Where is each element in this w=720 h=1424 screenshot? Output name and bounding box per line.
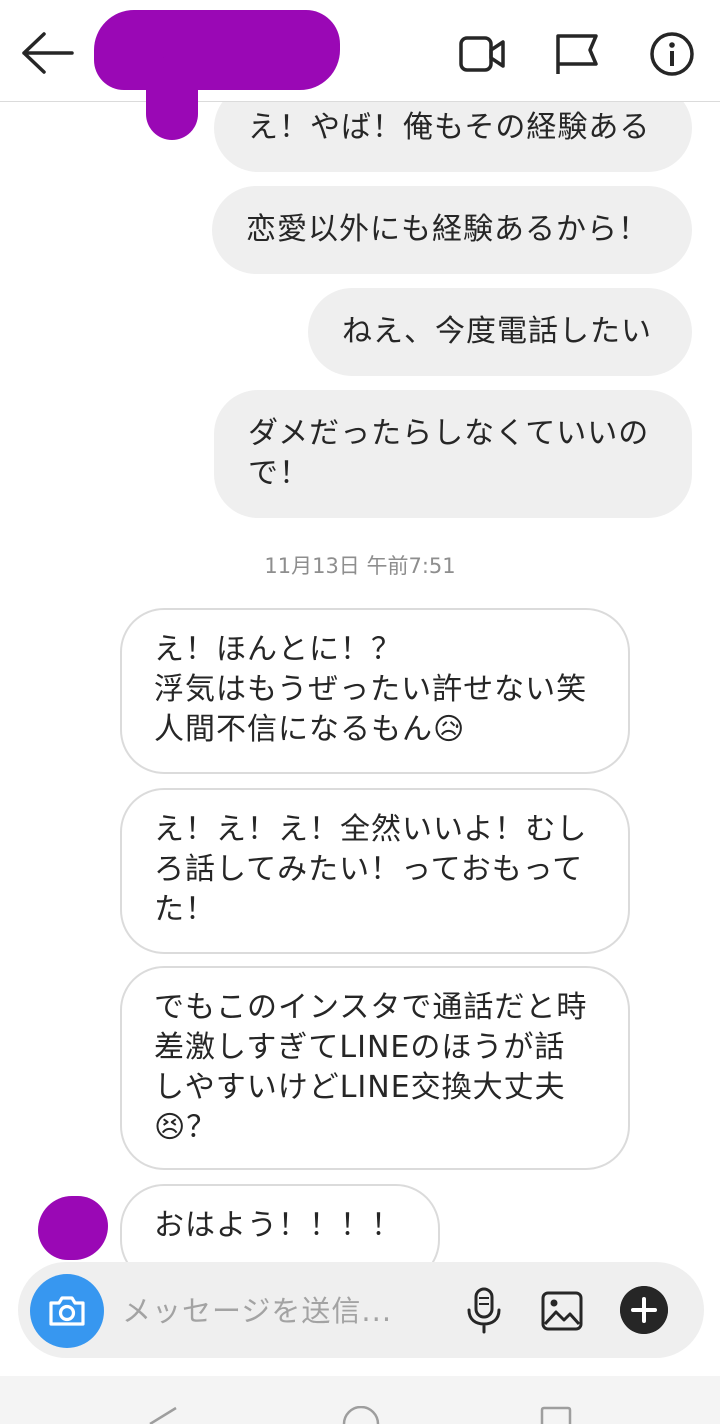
nav-home-icon[interactable] [342,1406,380,1424]
message-bubble-incoming[interactable]: おはよう！！！！ [120,1184,440,1262]
system-navigation-bar [0,1376,720,1424]
arrow-left-icon[interactable] [20,30,76,76]
nav-recents-icon[interactable] [540,1406,572,1424]
camera-button[interactable] [30,1274,104,1348]
message-text: え！ほんとに！？ 浮気はもうぜったい許せない笑 人間不信になるもん😥 [154,632,588,747]
message-timestamp: 11月13日 午前7:51 [264,554,456,578]
message-bubble-incoming[interactable]: え！え！え！全然いいよ！むし ろ話してみたい！っておもって た！ [120,788,630,954]
message-composer: メッセージを送信... [18,1262,704,1358]
chat-header [0,0,720,140]
info-icon[interactable] [648,30,696,78]
message-bubble-outgoing[interactable]: ダメだったらしなくていいの で！ [214,390,692,518]
sender-avatar-redacted [38,1196,108,1260]
message-text: ダメだったらしなくていいの で！ [248,416,650,491]
message-bubble-incoming[interactable]: え！ほんとに！？ 浮気はもうぜったい許せない笑 人間不信になるもん😥 [120,608,630,774]
message-text: え！やば！俺もその経験ある [248,110,651,145]
video-call-icon[interactable] [458,30,506,78]
message-text: でもこのインスタで通話だと時 差激しすぎてLINEのほうが話 しやすいけどLIN… [154,990,588,1145]
gallery-icon[interactable] [540,1290,584,1332]
message-text: え！え！え！全然いいよ！むし ろ話してみたい！っておもって た！ [154,812,588,927]
message-text: ねえ、今度電話したい [342,314,652,349]
message-text: おはよう！！！！ [154,1208,402,1243]
plus-icon[interactable] [620,1286,668,1334]
message-thread[interactable]: え！やば！俺もその経験ある 恋愛以外にも経験あるから！ ねえ、今度電話したい ダ… [0,0,720,1262]
message-input[interactable]: メッセージを送信... [122,1288,392,1330]
nav-back-icon[interactable] [146,1406,180,1424]
username-redacted [146,56,198,140]
flag-icon[interactable] [552,30,600,78]
message-bubble-outgoing[interactable]: 恋愛以外にも経験あるから！ [212,186,692,274]
camera-icon [49,1296,85,1326]
message-bubble-outgoing[interactable]: ねえ、今度電話したい [308,288,692,376]
microphone-icon[interactable] [464,1286,504,1334]
message-bubble-incoming[interactable]: でもこのインスタで通話だと時 差激しすぎてLINEのほうが話 しやすいけどLIN… [120,966,630,1170]
message-text: 恋愛以外にも経験あるから！ [246,212,649,247]
username-redacted [94,10,340,90]
